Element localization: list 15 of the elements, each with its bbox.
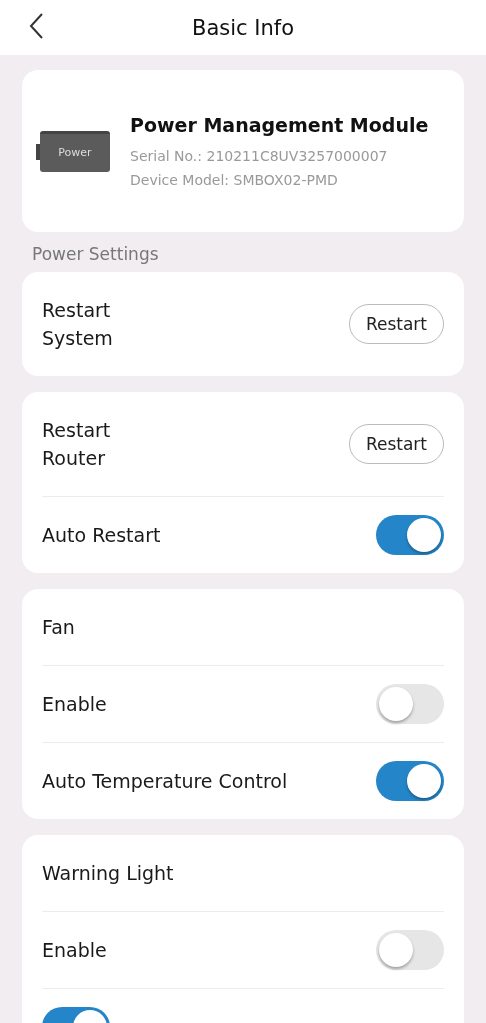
page-title: Basic Info (192, 15, 294, 40)
setting-label: Auto Restart (42, 523, 161, 548)
restart-button[interactable]: Restart (348, 424, 444, 464)
setting-label: Enable (42, 692, 107, 717)
restart-button[interactable]: Restart (348, 304, 444, 344)
device-model: Device Model: SMBOX02-PMD (130, 172, 339, 188)
setting-label: Restart System (42, 298, 114, 351)
setting-label: Auto Temperature Control (42, 769, 288, 794)
section-label: Power Settings (32, 244, 160, 264)
setting-label: Enable (42, 938, 107, 963)
setting-label: Fan (42, 615, 75, 640)
device-name: Power Management Module (130, 114, 429, 136)
setting-label: Warning Light (42, 861, 174, 886)
setting-label: Restart Router (42, 418, 112, 471)
serial-number: Serial No.: 210211C8UV3257000007 (130, 148, 389, 164)
